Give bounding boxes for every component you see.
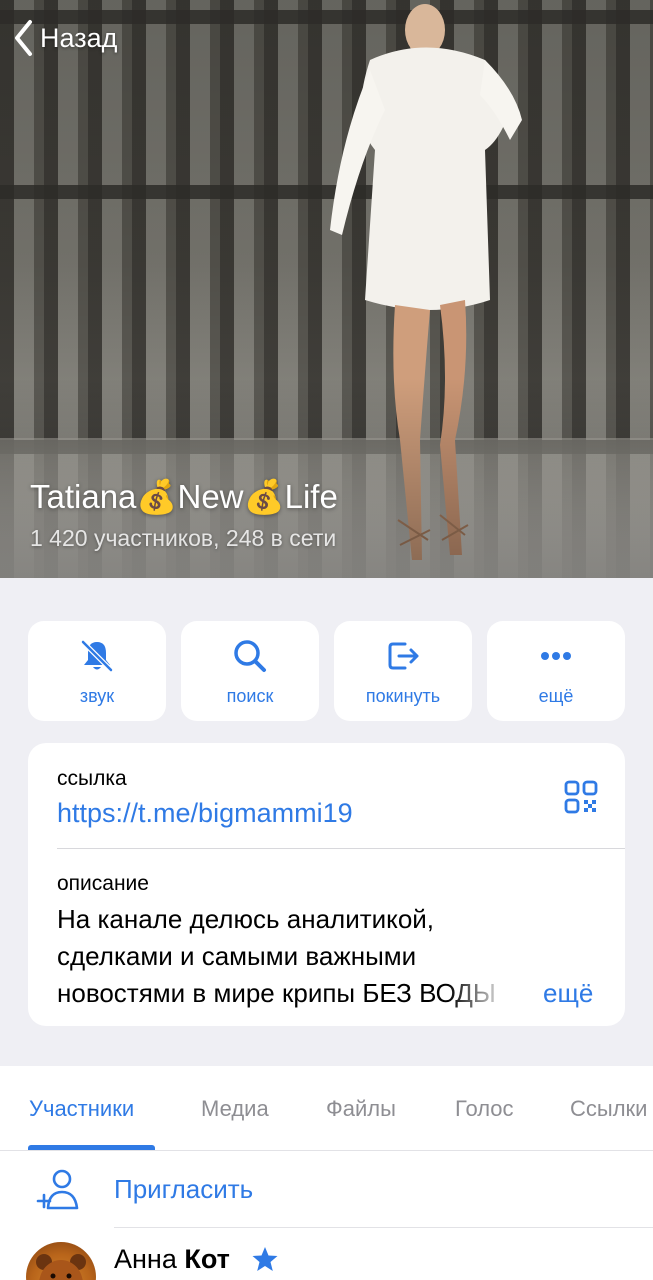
link-label: ссылка [57,767,127,790]
channel-member-count: 1 420 участников, 248 в сети [30,525,337,551]
tab-voice[interactable]: Голос [455,1096,514,1122]
leave-icon [388,642,419,669]
star-icon [252,1247,278,1271]
back-button[interactable]: Назад [12,18,117,58]
info-divider [57,848,625,849]
channel-link[interactable]: https://t.me/bigmammi19 [57,798,353,829]
invite-label: Пригласить [114,1174,254,1204]
member-first-name: Анна [114,1244,177,1274]
qr-code-icon[interactable] [563,779,599,815]
avatar [26,1242,96,1280]
chevron-left-icon [15,20,32,56]
leave-button[interactable]: покинуть [334,621,472,721]
list-item[interactable]: Анна Кот [0,1228,653,1280]
channel-info-card: ссылка https://t.me/bigmammi19 описание … [28,743,625,1026]
members-section: Участники Медиа Файлы Голос Ссылки Пригл… [0,1066,653,1280]
member-last-name: Кот [184,1244,230,1274]
channel-description: На канале делюсь аналитикой, сделками и … [57,904,496,1008]
tab-files[interactable]: Файлы [326,1096,396,1122]
description-more-link[interactable]: ещё [543,975,593,1012]
invite-button[interactable]: Пригласить [0,1152,653,1228]
back-label: Назад [40,22,118,53]
channel-header-photo: Назад Tatiana💰New💰Life 1 420 участников,… [0,0,653,578]
tab-bar: Участники Медиа Файлы Голос Ссылки [0,1066,653,1151]
member-name: Анна Кот [114,1244,230,1275]
mute-label: звук [79,685,115,706]
search-button[interactable]: поиск [181,621,319,721]
bell-slash-icon [81,639,113,672]
add-user-icon [36,1169,79,1210]
bear-avatar-icon [36,1254,86,1280]
active-tab-indicator [28,1145,155,1150]
more-button[interactable]: ещё [487,621,625,721]
description-fade [448,975,528,1012]
mute-button[interactable]: звук [28,621,166,721]
more-dots-icon [541,651,571,660]
action-bar: звук поиск покинуть ещё [28,621,625,721]
description-label: описание [57,872,149,895]
tab-members[interactable]: Участники [29,1096,134,1122]
more-label: ещё [538,685,574,706]
tab-links[interactable]: Ссылки [570,1096,647,1122]
channel-title: Tatiana💰New💰Life [30,478,338,515]
tab-media[interactable]: Медиа [201,1096,269,1122]
search-label: поиск [226,685,274,706]
leave-label: покинуть [365,685,441,706]
search-icon [234,639,266,672]
